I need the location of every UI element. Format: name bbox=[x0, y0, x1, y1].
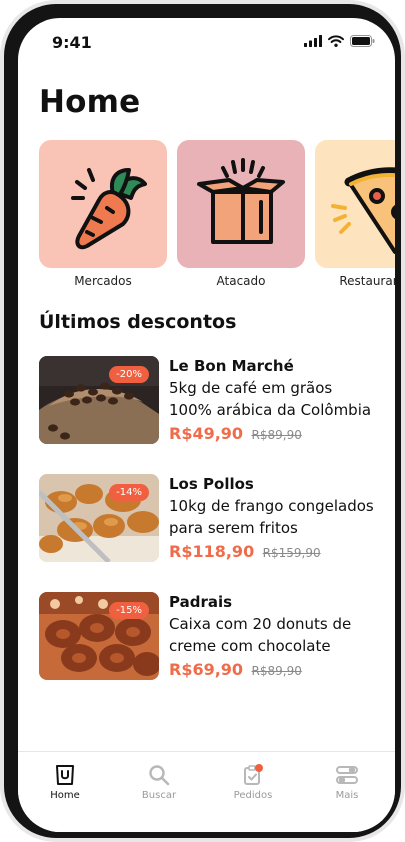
tab-home[interactable]: Home bbox=[30, 764, 100, 801]
category-carousel[interactable]: Mercados Atacado Restaura bbox=[39, 140, 395, 292]
offer-item[interactable]: -14% Los Pollos 10kg de frango congelado… bbox=[39, 474, 379, 564]
category-label: Restaurantes bbox=[339, 274, 395, 288]
original-price: R$159,90 bbox=[262, 546, 321, 560]
tab-buscar[interactable]: Buscar bbox=[124, 764, 194, 801]
category-label: Atacado bbox=[216, 274, 266, 288]
search-icon bbox=[149, 765, 170, 786]
store-name: Le Bon Marché bbox=[169, 357, 294, 375]
current-price: R$69,90 bbox=[169, 660, 244, 679]
product-description: Caixa com 20 donuts de creme com chocola… bbox=[169, 615, 352, 655]
product-image-chicken[interactable]: -14% bbox=[39, 474, 159, 562]
box-icon bbox=[197, 158, 285, 244]
category-label: Mercados bbox=[74, 274, 132, 288]
phone-frame: 9:41 Home Mercados Atacado Restaura Últi… bbox=[0, 0, 405, 842]
original-price: R$89,90 bbox=[251, 664, 302, 678]
current-price: R$49,90 bbox=[169, 424, 244, 443]
status-time: 9:41 bbox=[52, 33, 92, 52]
product-description: 5kg de café em grãos 100% arábica da Col… bbox=[169, 379, 372, 419]
product-image-coffee[interactable]: -20% bbox=[39, 356, 159, 444]
category-tile[interactable] bbox=[315, 140, 395, 268]
app-screen: 9:41 Home Mercados Atacado Restaura Últi… bbox=[18, 18, 395, 832]
tab-label: Pedidos bbox=[233, 790, 273, 801]
price-row: R$69,90 R$89,90 bbox=[169, 660, 302, 680]
store-name: Padrais bbox=[169, 593, 233, 611]
discount-badge: -15% bbox=[109, 602, 149, 619]
tab-pedidos[interactable]: Pedidos bbox=[218, 764, 288, 801]
original-price: R$89,90 bbox=[251, 428, 302, 442]
phone-bezel: 9:41 Home Mercados Atacado Restaura Últi… bbox=[4, 4, 401, 838]
status-bar: 9:41 bbox=[18, 18, 395, 66]
offer-item[interactable]: -20% Le Bon Marché 5kg de café em grãos … bbox=[39, 356, 379, 446]
notification-dot bbox=[255, 764, 263, 772]
current-price: R$118,90 bbox=[169, 542, 255, 561]
product-description: 10kg de frango congelados para serem fri… bbox=[169, 497, 374, 537]
page-title: Home bbox=[39, 84, 141, 120]
price-row: R$118,90 R$159,90 bbox=[169, 542, 321, 562]
tab-label: Mais bbox=[335, 790, 359, 801]
store-bag-icon bbox=[56, 765, 74, 785]
store-name: Los Pollos bbox=[169, 475, 254, 493]
toggles-icon bbox=[336, 766, 358, 784]
price-row: R$49,90 R$89,90 bbox=[169, 424, 302, 444]
wifi-icon bbox=[328, 35, 344, 47]
category-card-mercados[interactable]: Mercados bbox=[39, 140, 167, 288]
tab-bar: Home Buscar Pedidos Mais bbox=[18, 751, 395, 832]
discount-badge: -20% bbox=[109, 366, 149, 383]
offer-item[interactable]: -15% Padrais Caixa com 20 donuts de crem… bbox=[39, 592, 379, 682]
battery-icon bbox=[350, 35, 375, 47]
product-image-donuts[interactable]: -15% bbox=[39, 592, 159, 680]
clipboard-icon bbox=[244, 764, 263, 785]
tab-label: Buscar bbox=[141, 790, 177, 801]
category-card-restaurantes[interactable]: Restaurantes bbox=[315, 140, 395, 288]
tab-label: Home bbox=[50, 790, 80, 801]
section-title: Últimos descontos bbox=[39, 311, 237, 333]
category-tile[interactable] bbox=[177, 140, 305, 268]
signal-icon bbox=[304, 35, 322, 47]
status-icons bbox=[304, 35, 375, 47]
pizza-icon bbox=[331, 167, 395, 254]
category-card-atacado[interactable]: Atacado bbox=[177, 140, 305, 288]
discount-badge: -14% bbox=[109, 484, 149, 501]
tab-mais[interactable]: Mais bbox=[312, 764, 382, 801]
carrot-icon bbox=[71, 168, 147, 250]
category-tile[interactable] bbox=[39, 140, 167, 268]
